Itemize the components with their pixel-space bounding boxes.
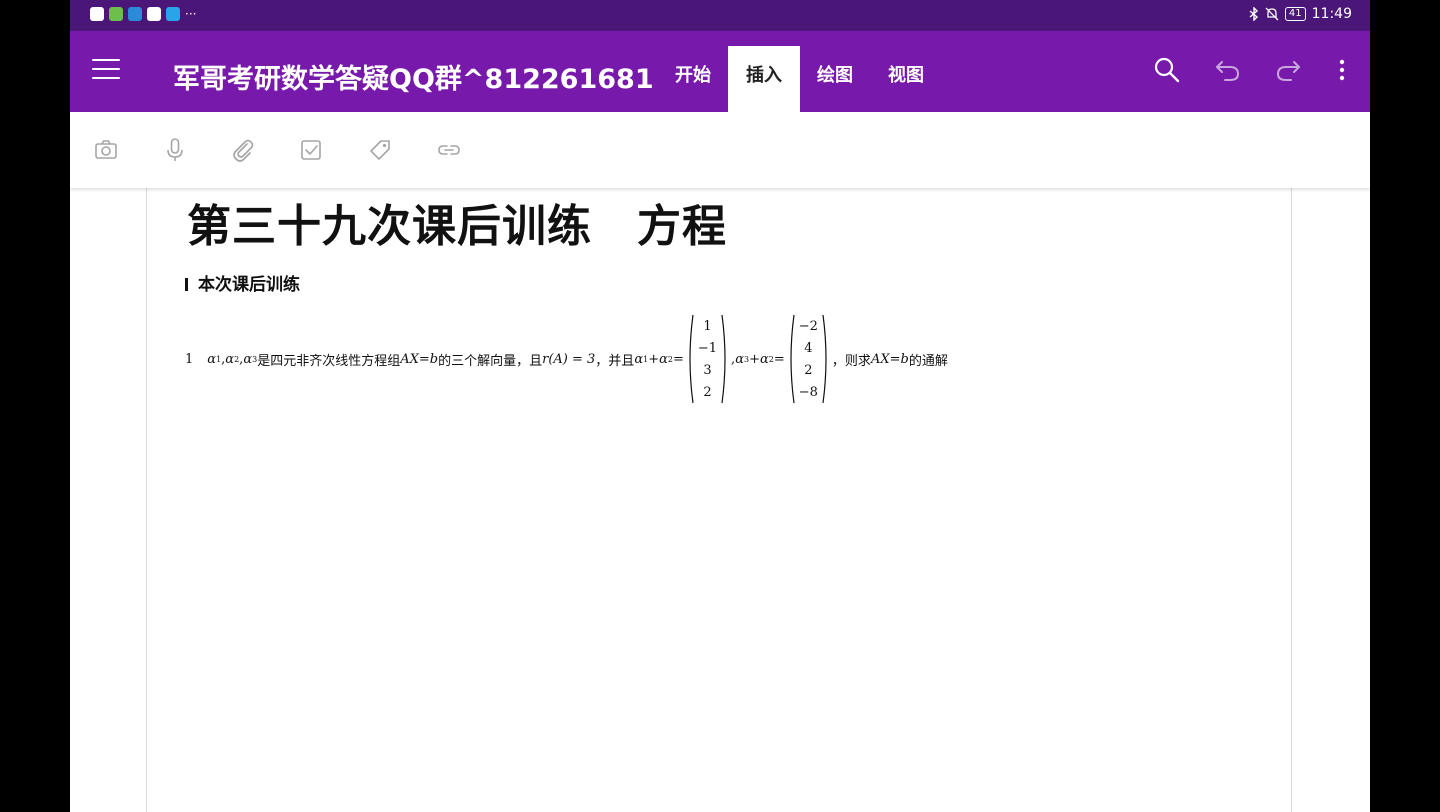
alpha-symbol: α xyxy=(225,352,235,367)
section-bullet xyxy=(185,278,188,291)
problem-text: 是四元非齐次线性方程组 xyxy=(257,354,401,369)
note-page[interactable]: 第三十九次课后训练 方程 本次课后训练 1 α1,α2,α3 是四元非齐次线性方… xyxy=(146,188,1292,812)
checkbox-icon[interactable] xyxy=(298,137,324,163)
redo-icon[interactable] xyxy=(1273,55,1303,85)
vector-entry: 1 xyxy=(703,318,712,334)
tab-insert[interactable]: 插入 xyxy=(728,46,800,112)
equals-sign: = xyxy=(418,352,430,367)
equals-sign: = xyxy=(672,352,684,367)
equation-lhs: AX xyxy=(400,352,419,367)
vector-entry: −1 xyxy=(697,340,718,356)
vector-entry: −8 xyxy=(798,384,818,400)
status-indicators: 41 11:49 xyxy=(1249,6,1352,22)
battery-level: 41 xyxy=(1284,7,1306,21)
page-title: 第三十九次课后训练 方程 xyxy=(187,201,727,252)
alpha-symbol: α xyxy=(207,352,217,367)
vector-entry: 3 xyxy=(703,362,712,378)
camera-icon[interactable] xyxy=(93,137,119,163)
hamburger-menu-icon[interactable] xyxy=(92,59,120,81)
equals-sign: = xyxy=(889,352,901,367)
vector-entry: 2 xyxy=(804,362,813,378)
vector-entry: −2 xyxy=(798,318,818,334)
alpha-symbol: α xyxy=(243,352,253,367)
more-notifications: ··· xyxy=(185,7,197,21)
left-paren xyxy=(689,314,694,403)
vector-2: −2 4 2 −8 xyxy=(787,314,830,406)
right-paren xyxy=(822,314,827,403)
notebook-title: 军哥考研数学答疑QQ群^812261681 xyxy=(173,64,654,95)
tab-draw[interactable]: 绘图 xyxy=(799,46,871,112)
status-time: 11:49 xyxy=(1311,6,1352,22)
browser-app-icon xyxy=(109,7,123,21)
more-vertical-icon[interactable] xyxy=(1327,55,1357,85)
alpha-symbol: α xyxy=(634,352,644,367)
equation-lhs: AX xyxy=(870,352,890,367)
alpha-symbol: α xyxy=(759,352,769,367)
vector-entry: 4 xyxy=(804,340,813,356)
problem-text: 的通解 xyxy=(908,354,948,369)
plus-sign: + xyxy=(648,352,660,367)
microphone-icon[interactable] xyxy=(162,137,188,163)
alpha-symbol: α xyxy=(735,352,744,367)
right-paren xyxy=(721,314,726,403)
left-paren xyxy=(790,314,795,403)
rank-condition: r(A) = 3 xyxy=(542,352,596,367)
undo-icon[interactable] xyxy=(1213,55,1243,85)
tag-icon[interactable] xyxy=(367,137,393,163)
problem-text: ，则求 xyxy=(831,354,871,369)
equation-rhs: b xyxy=(900,352,909,367)
app-header: 军哥考研数学答疑QQ群^812261681 开始 插入 绘图 视图 xyxy=(70,31,1370,112)
link-icon[interactable] xyxy=(436,137,462,163)
insert-ribbon xyxy=(70,112,1370,188)
section-heading-text: 本次课后训练 xyxy=(198,275,300,295)
status-bar: ··· 41 11:49 xyxy=(70,0,1370,31)
video-app-icon xyxy=(90,7,104,21)
status-app-icons: ··· xyxy=(90,7,196,21)
wechat-app-icon xyxy=(147,7,161,21)
vector-1-entries: 1 −1 3 2 xyxy=(694,314,721,406)
problem-number: 1 xyxy=(185,352,194,367)
plus-sign: + xyxy=(749,352,760,367)
vector-entry: 2 xyxy=(703,384,712,400)
problem-1: 1 α1,α2,α3 是四元非齐次线性方程组 AX = b 的三个解向量，且 r… xyxy=(185,312,948,407)
section-heading: 本次课后训练 xyxy=(185,270,300,295)
translate-app-icon xyxy=(128,7,142,21)
equals-sign: = xyxy=(773,352,785,367)
tab-view[interactable]: 视图 xyxy=(870,46,942,112)
search-icon[interactable] xyxy=(1152,55,1182,85)
paperclip-icon[interactable] xyxy=(230,137,256,163)
tab-home[interactable]: 开始 xyxy=(657,46,729,112)
mute-bell-icon xyxy=(1265,7,1279,21)
search-app-icon xyxy=(166,7,180,21)
vector-2-entries: −2 4 2 −8 xyxy=(795,314,822,406)
problem-text: ，并且 xyxy=(595,354,635,369)
bluetooth-icon xyxy=(1249,7,1258,21)
alpha-symbol: α xyxy=(659,352,668,367)
vector-1: 1 −1 3 2 xyxy=(686,314,729,406)
equation-rhs: b xyxy=(429,352,439,367)
app-screen: ··· 41 11:49 军哥考研数学答疑QQ群^812261681 开始 插入… xyxy=(70,0,1370,812)
problem-text: 的三个解向量，且 xyxy=(438,354,543,369)
